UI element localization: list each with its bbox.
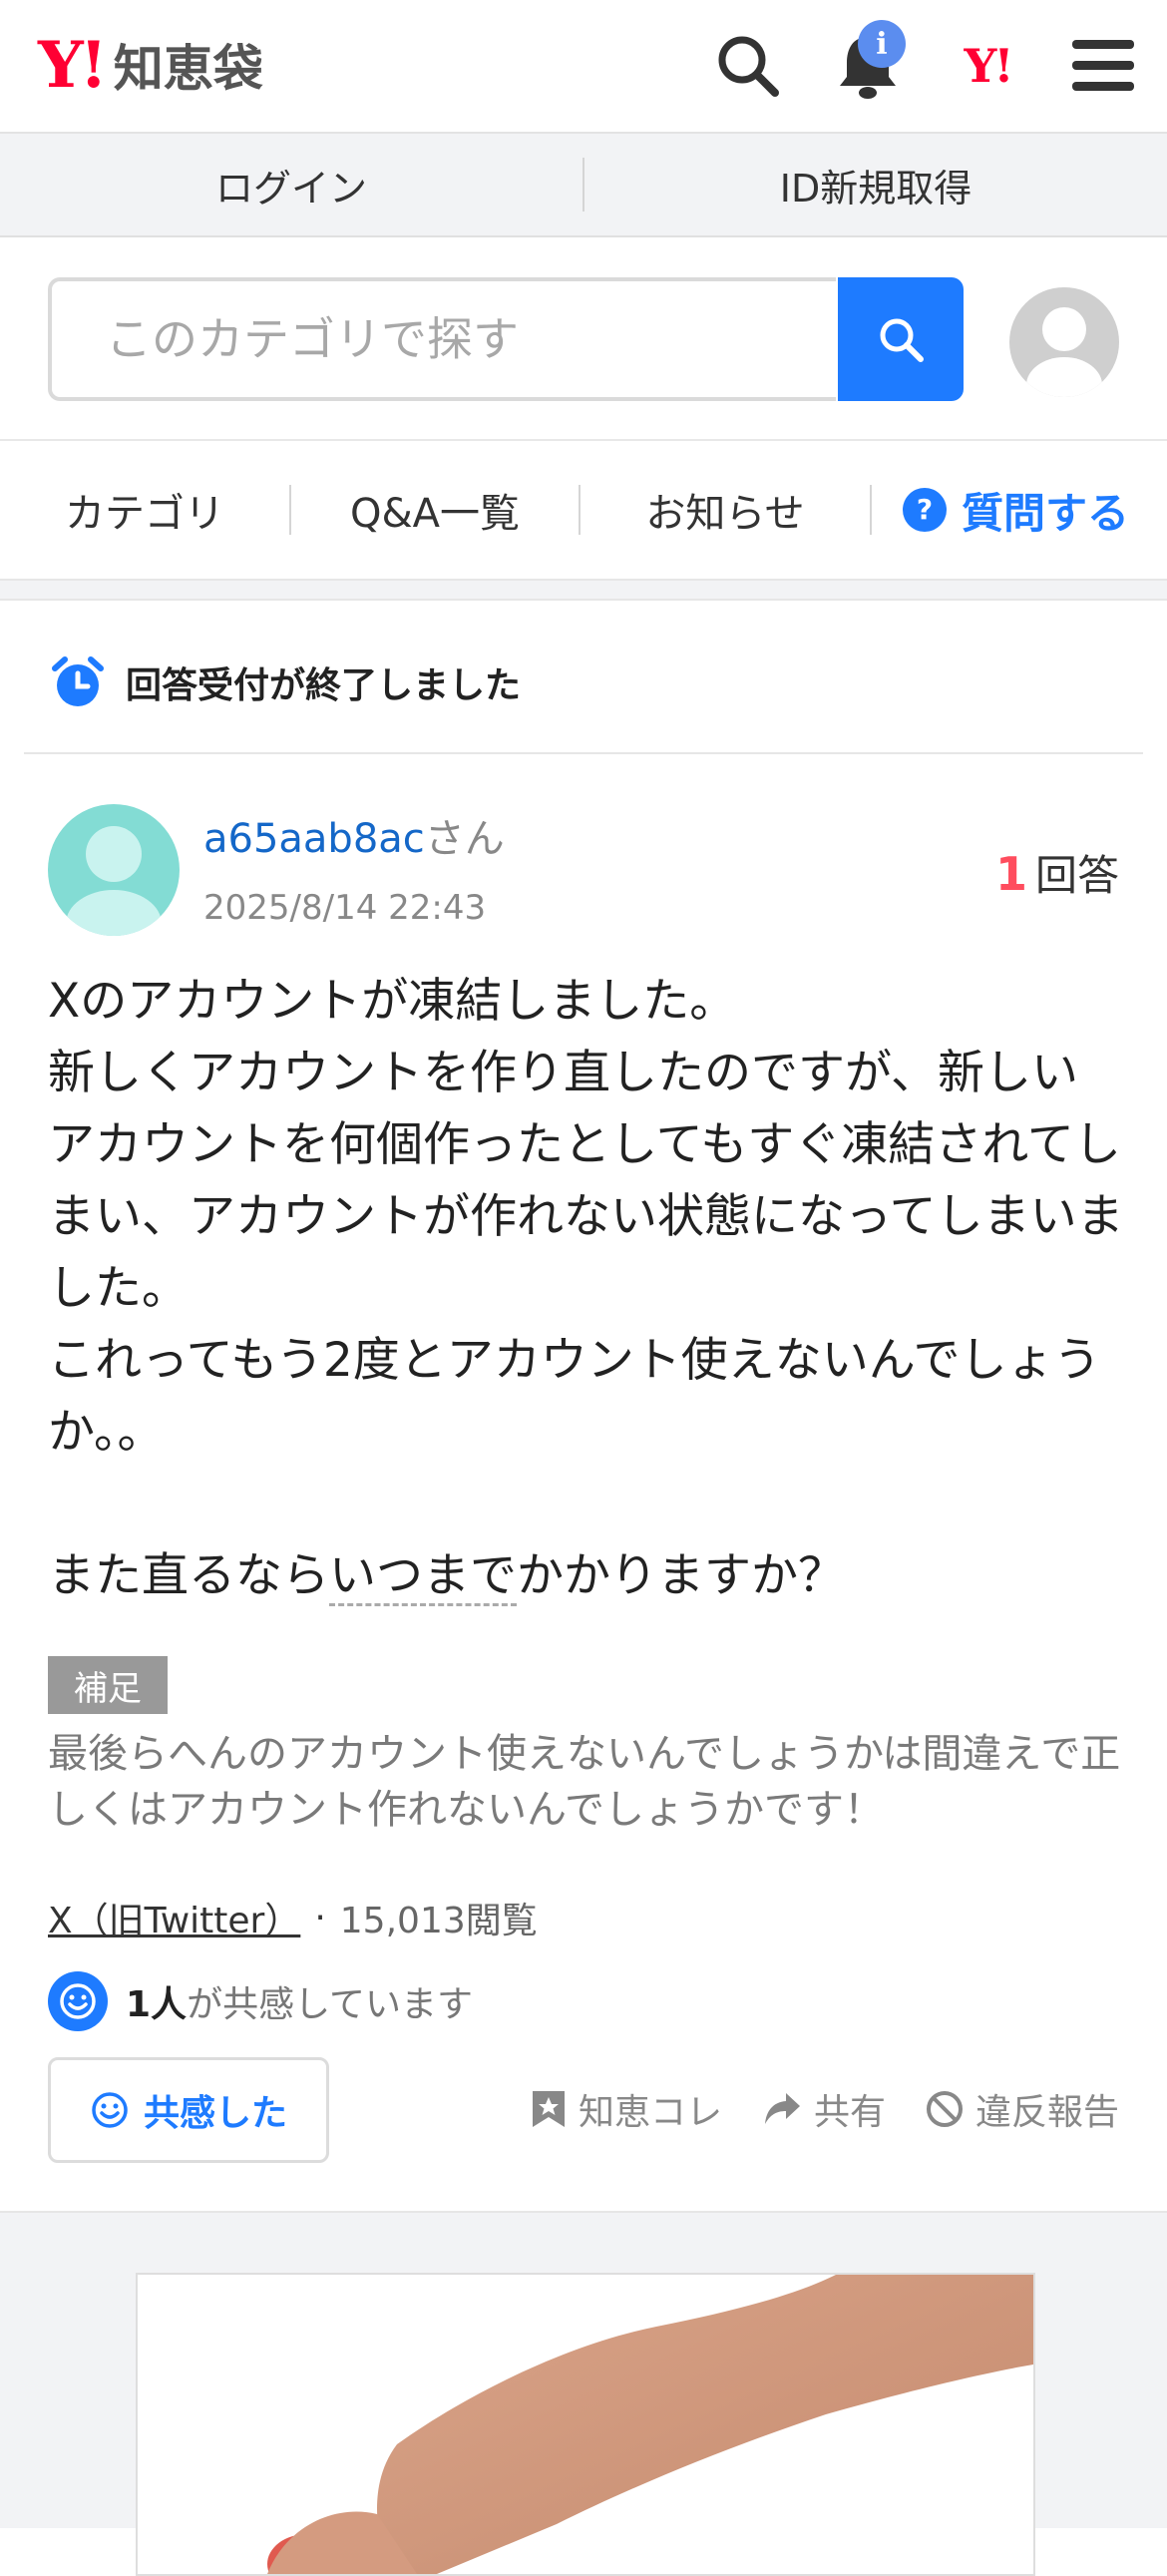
view-count: 15,013閲覧	[339, 1901, 538, 1941]
search-input[interactable]	[104, 311, 836, 367]
svg-text:?: ?	[917, 493, 933, 526]
user-suffix: さん	[424, 816, 505, 862]
category-nav: カテゴリ Q&A一覧 お知らせ ? 質問する	[0, 443, 1167, 577]
collect-button[interactable]: 知恵コレ	[531, 2083, 722, 2135]
answer-count-number: 1	[994, 847, 1027, 901]
yahoo-icon-text: Y!	[964, 39, 1013, 93]
yahoo-logo-mark: Y!	[38, 27, 108, 103]
report-button[interactable]: 違反報告	[926, 2083, 1119, 2135]
login-link[interactable]: ログイン	[0, 158, 583, 213]
search-icon	[880, 318, 924, 362]
divider	[24, 752, 1143, 754]
empathy-button-label: 共感した	[143, 2093, 287, 2134]
questioner-name[interactable]: a65aab8acさん	[203, 806, 505, 864]
avatar-placeholder-icon	[1026, 307, 1102, 397]
alarm-clock-icon	[52, 656, 104, 706]
question-circle-icon: ?	[903, 488, 947, 532]
answers-closed-notice: 回答受付が終了しました	[50, 654, 521, 710]
yahoo-icon[interactable]: Y!	[946, 24, 1029, 108]
prohibited-icon	[926, 2091, 963, 2127]
share-arrow-icon	[764, 2093, 800, 2124]
question-text-tail: かかりますか？	[517, 1548, 845, 1603]
smiley-icon	[48, 1971, 108, 2031]
smiley-icon	[92, 2092, 128, 2128]
supplement-text: 最後らへんのアカウント使えないんでしょうかは間違えで正しくはアカウント作れないん…	[48, 1731, 1121, 1833]
arm-photo-image	[267, 2275, 1033, 2574]
chiebukuro-logo[interactable]: Y! 知恵袋	[38, 27, 263, 103]
bookmark-star-icon	[532, 2091, 565, 2127]
search-field[interactable]	[48, 277, 836, 401]
menu-icon[interactable]	[1061, 24, 1145, 108]
empathy-count: 1人	[126, 1984, 188, 2025]
nav-category[interactable]: カテゴリ	[0, 481, 289, 539]
question-text: Xのアカウントが凍結しました。 新しくアカウントを作り直したのですが、新しいアカ…	[48, 974, 1124, 1603]
nav-news[interactable]: お知らせ	[581, 481, 870, 539]
answer-count[interactable]: 1 回答	[995, 842, 1119, 903]
avatar-placeholder-icon	[66, 826, 162, 936]
ad-image[interactable]	[136, 2273, 1035, 2576]
register-link[interactable]: ID新規取得	[584, 158, 1167, 213]
share-label: 共有	[813, 2092, 886, 2133]
search-icon[interactable]	[706, 24, 790, 108]
ask-question-button[interactable]: ? 質問する	[902, 480, 1129, 541]
category-link[interactable]: X（旧Twitter）	[48, 1892, 300, 1943]
share-button[interactable]: 共有	[762, 2083, 886, 2135]
bell-icon[interactable]: i	[826, 20, 910, 108]
empathy-summary: 1人が共感しています	[48, 1971, 473, 2031]
user-avatar[interactable]	[1009, 287, 1119, 397]
question-meta: X（旧Twitter） · 15,013閲覧	[48, 1892, 538, 1943]
search-button[interactable]	[838, 277, 964, 401]
section-gap	[0, 579, 1167, 601]
collect-label: 知恵コレ	[578, 2092, 722, 2133]
empathy-text: が共感しています	[187, 1984, 473, 2025]
logo-text: 知恵袋	[113, 40, 263, 98]
user-id[interactable]: a65aab8ac	[203, 816, 425, 862]
questioner-avatar[interactable]	[48, 804, 180, 936]
ask-label: 質問する	[962, 488, 1130, 538]
closed-text: 回答受付が終了しました	[126, 665, 522, 706]
divider	[0, 439, 1167, 441]
nav-qa-list[interactable]: Q&A一覧	[291, 481, 579, 539]
keyword-link[interactable]: いつまで	[329, 1548, 517, 1606]
question-date: 2025/8/14 22:43	[203, 888, 487, 928]
meta-dot: ·	[314, 1897, 326, 1938]
notification-badge: i	[858, 20, 906, 68]
nav-divider	[870, 485, 872, 535]
answer-count-label: 回答	[1034, 851, 1119, 900]
supplement-label: 補足	[48, 1656, 168, 1714]
empathy-button[interactable]: 共感した	[48, 2057, 329, 2163]
question-actions: 知恵コレ 共有 違反報告	[531, 2083, 1119, 2135]
auth-bar: ログイン ID新規取得	[0, 134, 1167, 237]
app-header: Y! 知恵袋 i Y!	[0, 0, 1167, 134]
report-label: 違反報告	[974, 2092, 1119, 2133]
question-body: Xのアカウントが凍結しました。 新しくアカウントを作り直したのですが、新しいアカ…	[48, 966, 1125, 1612]
